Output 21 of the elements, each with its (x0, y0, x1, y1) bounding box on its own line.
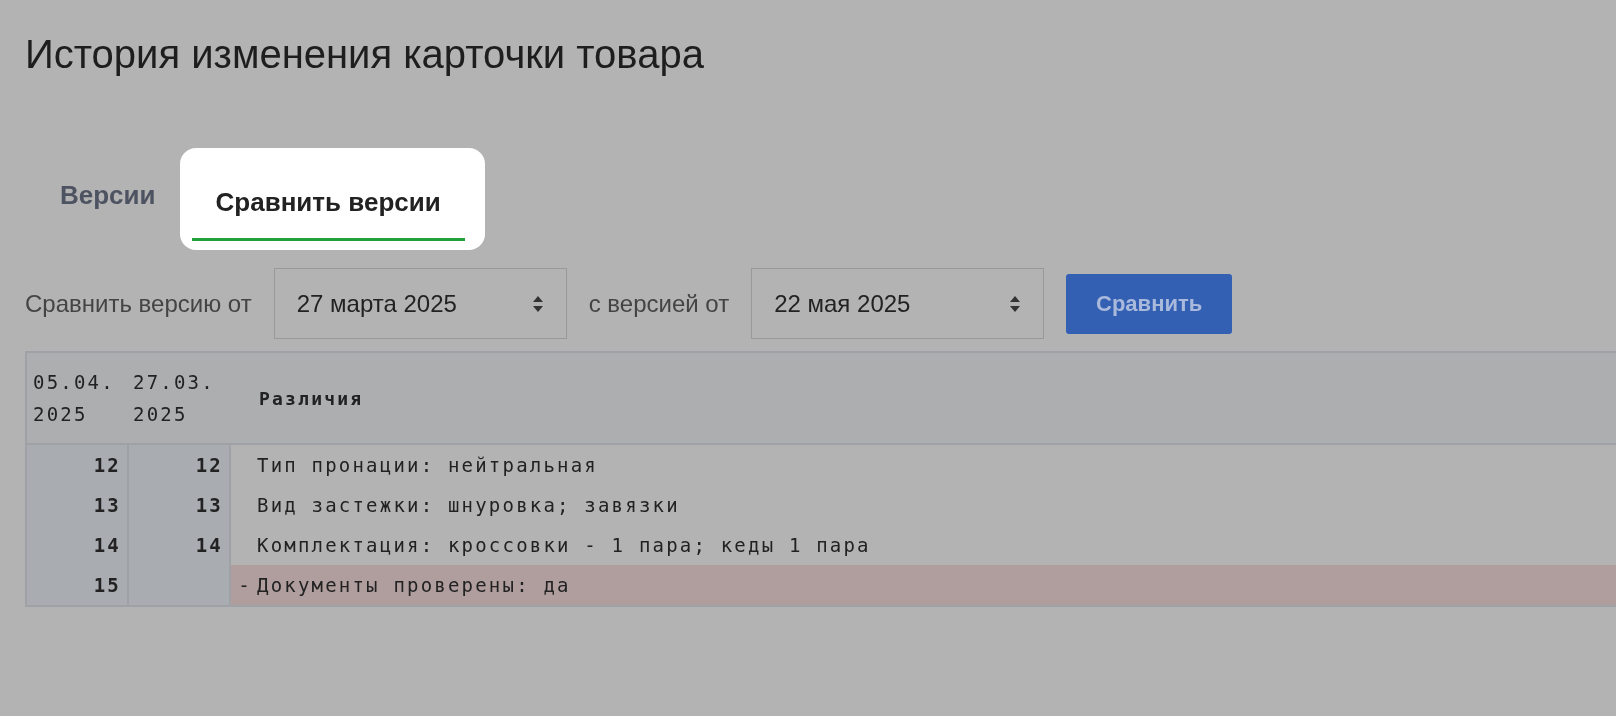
compare-to-label: с версией от (588, 289, 730, 318)
line-number: 12 (129, 445, 231, 485)
line-number: 13 (27, 485, 129, 525)
line-number: 12 (27, 445, 129, 485)
line-number: 14 (27, 525, 129, 565)
sort-arrows-icon (1009, 294, 1022, 313)
diff-line: Тип пронации: нейтральная (256, 453, 599, 478)
line-number: 13 (129, 485, 231, 525)
diff-line: Комплектация: кроссовки - 1 пара; кеды 1 пара (256, 533, 872, 558)
sort-arrows-icon (531, 294, 544, 313)
page-title: История изменения карточки товара (25, 31, 705, 78)
line-number: 15 (27, 565, 129, 605)
column-header: 05.04. 2025 (32, 370, 116, 427)
line-number: 14 (129, 525, 231, 565)
diff-line: Вид застежки: шнуровка; завязки (256, 493, 681, 518)
tab[interactable]: Версии (48, 166, 168, 232)
column-header: Различия (258, 387, 364, 409)
version-select[interactable]: 27 марта 2025 (273, 268, 567, 339)
version-select[interactable]: 22 мая 2025 (751, 268, 1045, 339)
compare-from-label: Сравнить версию от (25, 289, 252, 318)
column-header: 27.03. 2025 (132, 370, 216, 427)
